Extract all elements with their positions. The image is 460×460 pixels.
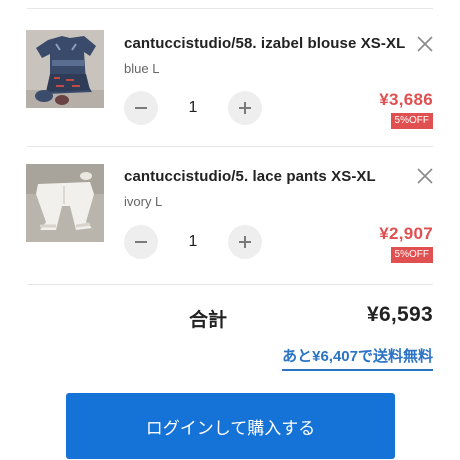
item-price: ¥3,686 [379, 90, 433, 109]
remove-item-button[interactable] [416, 35, 434, 53]
decrease-quantity-button[interactable] [124, 91, 158, 125]
discount-badge: 5%OFF [390, 247, 433, 263]
remove-item-button[interactable] [416, 167, 434, 185]
pants-photo-icon [26, 164, 104, 242]
product-thumbnail[interactable] [26, 30, 104, 108]
decrease-quantity-button[interactable] [124, 225, 158, 259]
product-variant: ivory L [124, 194, 163, 209]
minus-icon [135, 107, 147, 109]
blouse-photo-icon [26, 30, 104, 108]
product-title[interactable]: cantuccistudio/58. izabel blouse XS-XL [124, 35, 405, 52]
product-title[interactable]: cantuccistudio/5. lace pants XS-XL [124, 168, 376, 185]
increase-quantity-button[interactable] [228, 91, 262, 125]
login-checkout-button[interactable]: ログインして購入する [66, 393, 395, 459]
product-variant: blue L [124, 61, 160, 76]
total-value: ¥6,593 [366, 303, 433, 326]
product-thumbnail[interactable] [26, 164, 104, 242]
plus-icon [239, 236, 251, 248]
item-divider [27, 284, 433, 285]
free-shipping-link[interactable]: あと¥6,407で送料無料 [282, 345, 433, 371]
close-icon [417, 36, 433, 52]
item-price: ¥2,907 [379, 224, 433, 243]
discount-badge: 5%OFF [390, 113, 433, 129]
increase-quantity-button[interactable] [228, 225, 262, 259]
cart-item: cantuccistudio/58. izabel blouse XS-XL b… [0, 9, 460, 147]
total-label: 合計 [189, 310, 228, 331]
quantity-value: 1 [188, 233, 198, 250]
cart-item: cantuccistudio/5. lace pants XS-XL ivory… [0, 147, 460, 285]
minus-icon [135, 241, 147, 243]
close-icon [417, 168, 433, 184]
plus-icon [239, 102, 251, 114]
quantity-value: 1 [188, 99, 198, 116]
